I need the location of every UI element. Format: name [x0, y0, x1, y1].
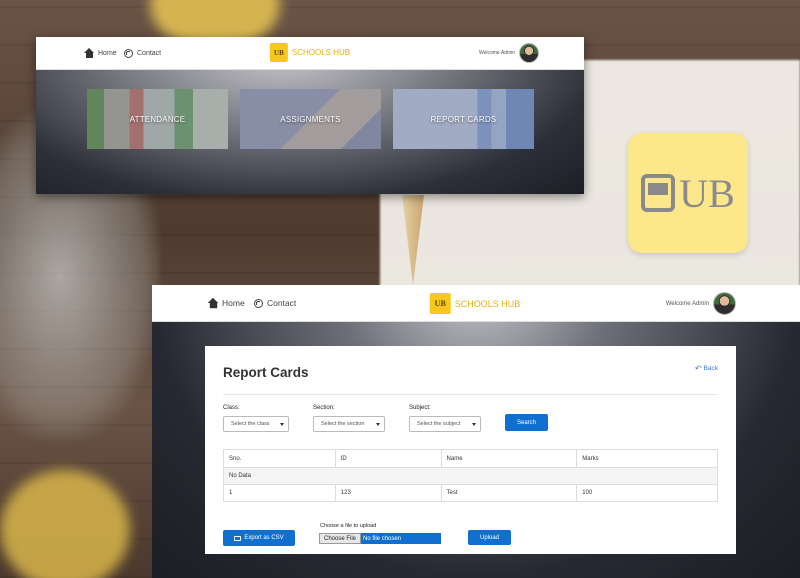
nav-contact-link[interactable]: Contact: [254, 298, 296, 308]
export-csv-label: Export as CSV: [244, 535, 284, 541]
top-navbar: Home Contact UB SCHOOLS HUB Welcome Admi…: [36, 37, 584, 70]
report-cards-window: Home Contact UB SCHOOLS HUB Welcome Admi…: [152, 285, 800, 578]
brand-name: SCHOOLS HUB: [454, 298, 521, 309]
nav-home-link[interactable]: Home: [84, 47, 117, 58]
class-select-value: Select the class: [231, 421, 270, 427]
search-button[interactable]: Search: [505, 414, 548, 431]
tile-report-cards[interactable]: REPORT CARDS: [393, 89, 534, 149]
divider: [223, 394, 718, 395]
column-header: ID: [334, 449, 442, 468]
tile-label: ATTENDANCE: [129, 114, 186, 124]
background-logo-text: UB: [679, 170, 735, 216]
home-icon: [207, 297, 219, 308]
welcome-text: Welcome Admin: [478, 50, 515, 56]
class-select[interactable]: Select the class: [223, 416, 289, 432]
phone-icon: [254, 298, 263, 308]
back-link[interactable]: ↶ Back: [695, 364, 718, 373]
search-button-label: Search: [516, 419, 536, 426]
file-input[interactable]: Choose File No file chosen: [319, 533, 442, 544]
choose-file-button[interactable]: Choose File: [319, 533, 362, 544]
user-menu[interactable]: Welcome Admin: [666, 292, 736, 315]
column-header: Sno.: [223, 449, 336, 468]
nav-contact-label: Contact: [137, 49, 162, 57]
column-header: Marks: [576, 449, 718, 468]
tile-assignments[interactable]: ASSIGNMENTS: [240, 89, 381, 149]
tile-label: REPORT CARDS: [430, 114, 497, 124]
report-table: Sno. ID Name Marks No Data 1 123 Test 10…: [223, 449, 718, 502]
section-select-value: Select the section: [321, 421, 365, 427]
nav-home-link[interactable]: Home: [207, 297, 245, 308]
subject-select[interactable]: Select the subject: [409, 416, 481, 432]
table-header-row: Sno. ID Name Marks: [223, 449, 718, 468]
page-title: Report Cards: [223, 365, 309, 380]
table-empty-row: No Data: [223, 467, 718, 485]
subject-label: Subject:: [409, 405, 431, 411]
nav-contact-link[interactable]: Contact: [124, 48, 162, 58]
user-menu[interactable]: Welcome Admin: [479, 43, 539, 63]
section-select[interactable]: Select the section: [313, 416, 385, 432]
table-cell: Test: [440, 484, 578, 502]
nav-contact-label: Contact: [267, 298, 297, 308]
subject-select-value: Select the subject: [417, 421, 461, 427]
brand[interactable]: UB SCHOOLS HUB: [269, 43, 351, 62]
upload-prompt: Choose a file to upload: [320, 523, 377, 529]
tile-attendance[interactable]: ATTENDANCE: [87, 89, 228, 149]
column-header: Name: [440, 449, 578, 468]
upload-button[interactable]: Upload: [468, 530, 511, 545]
brand[interactable]: UB SCHOOLS HUB: [429, 293, 521, 314]
chevron-down-icon: [472, 422, 476, 426]
table-cell: 1: [223, 484, 336, 502]
chevron-down-icon: [280, 422, 284, 426]
brand-name: SCHOOLS HUB: [291, 48, 351, 57]
chevron-down-icon: [376, 422, 380, 426]
nav-home-label: Home: [98, 49, 117, 57]
home-icon: [84, 47, 94, 58]
tile-label: ASSIGNMENTS: [280, 114, 341, 124]
nav-home-label: Home: [222, 298, 245, 308]
file-status: No file chosen: [361, 533, 442, 544]
export-csv-button[interactable]: Export as CSV: [223, 530, 295, 546]
export-icon: [234, 535, 242, 541]
background-app-logo: UB: [628, 133, 748, 253]
avatar[interactable]: [519, 43, 539, 63]
upload-button-label: Upload: [479, 534, 499, 541]
avatar[interactable]: [713, 292, 736, 315]
dashboard-window: Home Contact UB SCHOOLS HUB Welcome Admi…: [36, 37, 584, 194]
table-cell: 100: [576, 484, 718, 502]
back-label: Back: [703, 365, 718, 372]
empty-message: No Data: [223, 467, 718, 485]
table-row: 1 123 Test 100: [223, 484, 718, 502]
report-cards-panel: Report Cards ↶ Back Class: Select the cl…: [205, 346, 736, 554]
class-label: Class:: [223, 405, 240, 411]
background-flower: [0, 470, 130, 578]
top-navbar: Home Contact UB SCHOOLS HUB Welcome Admi…: [152, 285, 800, 322]
phone-icon: [124, 48, 133, 58]
section-label: Section:: [313, 405, 335, 411]
brand-logo-icon: UB: [429, 293, 451, 314]
back-arrow-icon: ↶: [694, 364, 702, 373]
welcome-text: Welcome Admin: [665, 300, 709, 307]
table-cell: 123: [334, 484, 442, 502]
bus-icon: [641, 174, 676, 212]
brand-logo-icon: UB: [269, 43, 288, 62]
